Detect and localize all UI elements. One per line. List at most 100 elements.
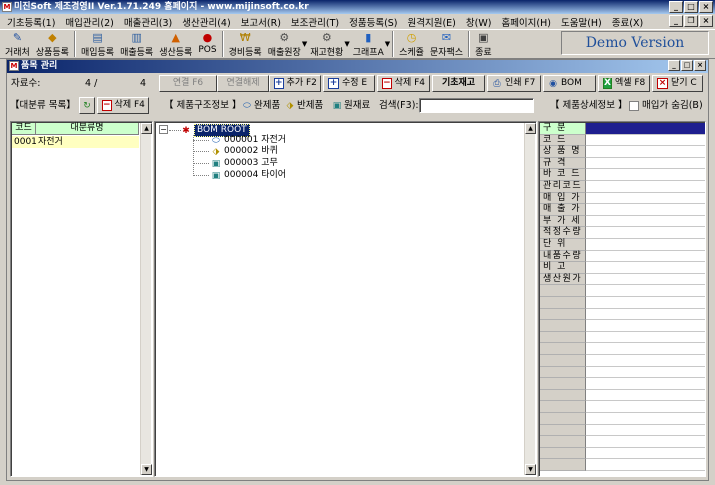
detail-value[interactable] (586, 169, 705, 181)
tree-collapse-toggle[interactable]: − (159, 125, 168, 134)
print-button[interactable]: ⎙ 인쇄 F7 (487, 75, 541, 92)
mdi-minimize-button[interactable]: _ (669, 15, 683, 27)
child-close-button[interactable]: × (694, 60, 706, 71)
detail-value[interactable] (586, 390, 705, 402)
menu-window[interactable]: 창(W) (461, 15, 497, 29)
vertical-scrollbar[interactable]: ▲ ▼ (140, 123, 152, 475)
detail-value[interactable] (586, 227, 705, 239)
detail-value[interactable] (586, 343, 705, 355)
menu-basic[interactable]: 기초등록(1) (2, 15, 60, 29)
detail-value[interactable] (586, 193, 705, 205)
unlink-button[interactable]: 연결해제 (217, 75, 269, 92)
detail-value[interactable] (586, 425, 705, 437)
toolbar-schedule-button[interactable]: ◷ 스케쥴 (396, 30, 427, 58)
detail-value[interactable] (586, 401, 705, 413)
checkbox-box[interactable] (629, 101, 639, 111)
detail-value[interactable] (586, 309, 705, 321)
detail-value[interactable] (586, 146, 705, 158)
category-list-label: 【대분류 목록】 (10, 100, 76, 111)
mdi-close-button[interactable]: × (699, 15, 713, 27)
detail-value[interactable] (586, 251, 705, 263)
search-input[interactable] (419, 98, 534, 113)
category-grid: 코드 대분류명 0001 자전거 ▲ ▼ (10, 121, 153, 477)
toolbar-customer-button[interactable]: ✎ 거래처 (2, 30, 33, 58)
detail-value[interactable] (586, 216, 705, 228)
scroll-down-button[interactable]: ▼ (141, 464, 152, 475)
menu-remote[interactable]: 원격지원(E) (403, 15, 461, 29)
detail-value[interactable] (586, 123, 705, 135)
toolbar-pos-button[interactable]: ● POS (195, 30, 219, 58)
refresh-button[interactable]: ↻ (79, 97, 95, 114)
tree-node[interactable]: ⬗ 000002 바퀴 (211, 146, 278, 157)
mijin-app-icon: M (2, 2, 12, 12)
detail-value[interactable] (586, 135, 705, 147)
scroll-down-button[interactable]: ▼ (525, 464, 536, 475)
column-header-code[interactable]: 코드 (12, 123, 36, 135)
factory-icon: ▲ (171, 31, 181, 44)
toolbar-purchase-button[interactable]: ▤ 매입등록 (78, 30, 117, 58)
category-delete-button[interactable]: − 삭제 F4 (97, 97, 149, 114)
tree-node[interactable]: ▣ 000004 타이어 (211, 170, 286, 181)
detail-value[interactable] (586, 181, 705, 193)
detail-value[interactable] (586, 262, 705, 274)
toolbar-sales-button[interactable]: ▥ 매출등록 (117, 30, 156, 58)
excel-button[interactable]: X 엑셀 F8 (598, 75, 650, 92)
table-row[interactable]: 0001 자전거 (12, 136, 139, 148)
detail-value[interactable] (586, 274, 705, 286)
menu-homepage[interactable]: 홈페이지(H) (496, 15, 556, 29)
detail-value[interactable] (586, 332, 705, 344)
detail-value[interactable] (586, 320, 705, 332)
toolbar-expense-button[interactable]: ₩ 경비등록 (226, 30, 265, 58)
mdi-restore-button[interactable]: ❐ (684, 15, 698, 27)
minimize-button[interactable]: _ (669, 1, 683, 13)
tree-node[interactable]: ▣ 000003 고무 (211, 158, 278, 169)
bom-button[interactable]: ◉ BOM (543, 75, 596, 92)
close-button[interactable]: × (699, 1, 713, 13)
edit-button[interactable]: + 수정 E (323, 75, 375, 92)
close-window-button[interactable]: × 닫기 C (652, 75, 703, 92)
toolbar-production-button[interactable]: ▲ 생산등록 (156, 30, 195, 58)
toolbar-sales-ledger-button[interactable]: ⚙ 매출원장 (265, 30, 304, 58)
chevron-down-icon[interactable]: ▼ (385, 40, 390, 48)
toolbar-graph-button[interactable]: ▮ 그래프A (350, 30, 387, 58)
detail-value[interactable] (586, 378, 705, 390)
add-button[interactable]: + 추가 F2 (269, 75, 321, 92)
menu-help[interactable]: 도움말(H) (556, 15, 607, 29)
toolbar-stock-button[interactable]: ⚙ 재고현황 (307, 30, 346, 58)
menu-report[interactable]: 보고서(R) (236, 15, 286, 29)
link-button[interactable]: 연결 F6 (159, 75, 217, 92)
toolbar-exit-button[interactable]: ▣ 종료 (472, 30, 495, 58)
scroll-up-button[interactable]: ▲ (525, 123, 536, 134)
detail-value[interactable] (586, 448, 705, 460)
hide-purchase-checkbox[interactable]: 매입가 숨김(B) (629, 98, 703, 114)
detail-value[interactable] (586, 239, 705, 251)
detail-value[interactable] (586, 285, 705, 297)
menu-sales[interactable]: 매출관리(3) (119, 15, 177, 29)
child-minimize-button[interactable]: _ (668, 60, 680, 71)
delete-button[interactable]: − 삭제 F4 (377, 75, 430, 92)
child-maximize-button[interactable]: □ (681, 60, 693, 71)
detail-value[interactable] (586, 158, 705, 170)
vertical-scrollbar[interactable]: ▲ ▼ (524, 123, 536, 475)
menu-purchase[interactable]: 매입관리(2) (60, 15, 118, 29)
toolbar-fax-button[interactable]: ✉ 문자팩스 (427, 30, 466, 58)
detail-value[interactable] (586, 459, 705, 471)
window-title: 미진Soft 제조경영II Ver.1.71.249 홈페이지 - www.mi… (14, 2, 309, 12)
menu-bar: 기초등록(1) 매입관리(2) 매출관리(3) 생산관리(4) 보고서(R) 보… (0, 14, 715, 29)
detail-value[interactable] (586, 355, 705, 367)
detail-value[interactable] (586, 367, 705, 379)
toolbar-product-button[interactable]: ◆ 상품등록 (33, 30, 72, 58)
menu-exit[interactable]: 종료(X) (607, 15, 648, 29)
detail-value[interactable] (586, 204, 705, 216)
column-header-name[interactable]: 대분류명 (36, 123, 139, 135)
menu-aux[interactable]: 보조관리(T) (286, 15, 344, 29)
scroll-up-button[interactable]: ▲ (141, 123, 152, 134)
detail-value[interactable] (586, 436, 705, 448)
menu-registration[interactable]: 정품등록(S) (344, 15, 402, 29)
maximize-button[interactable]: □ (684, 1, 698, 13)
detail-value[interactable] (586, 413, 705, 425)
tree-node[interactable]: ⬭ 000001 자전거 (211, 135, 286, 146)
detail-value[interactable] (586, 297, 705, 309)
menu-production[interactable]: 생산관리(4) (177, 15, 235, 29)
base-stock-button[interactable]: 기초재고 (432, 75, 485, 92)
